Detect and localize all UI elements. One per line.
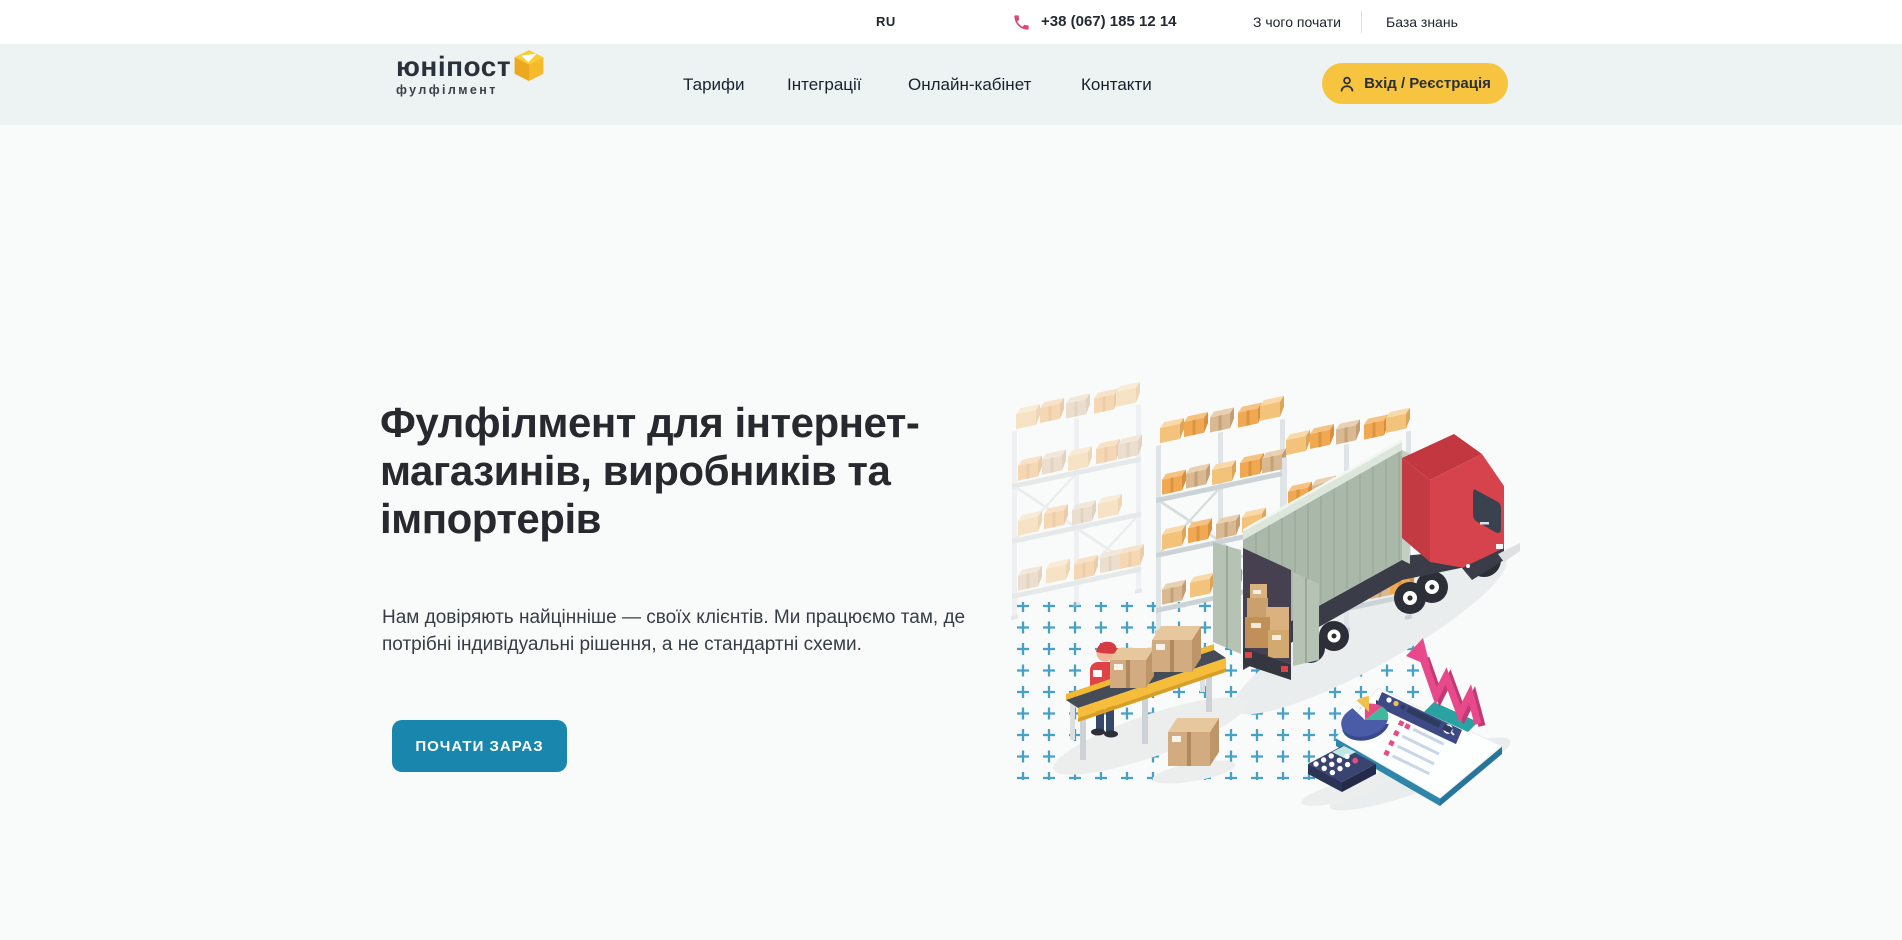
cube-arrow-icon: [514, 50, 544, 81]
hero-heading: Фулфілмент для інтернет- магазинів, виро…: [380, 399, 919, 543]
phone-number: +38 (067) 185 12 14: [1041, 2, 1177, 42]
hero-heading-line1: Фулфілмент для інтернет-: [380, 399, 919, 447]
user-icon: [1339, 76, 1355, 92]
hero-description-line1: Нам довіряють найцінніше — своїх клієнті…: [382, 604, 965, 631]
hero-description-line2: потрібні індивідуальні рішення, а не ста…: [382, 631, 965, 658]
topbar-link-knowledge-base[interactable]: База знань: [1386, 2, 1458, 42]
topbar: RU +38 (067) 185 12 14 З чого почати Баз…: [0, 0, 1902, 44]
hero-illustration: [1010, 402, 1520, 802]
nav-item-integrations[interactable]: Інтеграції: [787, 44, 862, 125]
logo-title: юніпост: [396, 52, 511, 82]
login-register-button[interactable]: Вхід / Реєстрація: [1322, 63, 1508, 104]
nav-item-online-cabinet[interactable]: Онлайн-кабінет: [908, 44, 1031, 125]
login-register-label: Вхід / Реєстрація: [1364, 75, 1491, 92]
phone-link[interactable]: +38 (067) 185 12 14: [1012, 2, 1177, 42]
logo[interactable]: юніпост фулфілмент: [396, 52, 511, 97]
hero-description: Нам довіряють найцінніше — своїх клієнті…: [382, 604, 965, 658]
nav-item-tariffs[interactable]: Тарифи: [683, 44, 745, 125]
language-switcher[interactable]: RU: [876, 2, 896, 42]
phone-icon: [1012, 13, 1031, 32]
hero-illustration-svg: [1010, 402, 1520, 802]
nav-item-contacts[interactable]: Контакти: [1081, 44, 1152, 125]
start-now-button[interactable]: ПОЧАТИ ЗАРАЗ: [392, 720, 567, 772]
header: юніпост фулфілмент Тарифи Інтеграції Онл…: [0, 44, 1902, 125]
logo-subtitle: фулфілмент: [396, 83, 511, 97]
hero-heading-line3: імпортерів: [380, 495, 919, 543]
topbar-link-how-to-start[interactable]: З чого почати: [1253, 2, 1341, 42]
floor-box: [1168, 718, 1219, 766]
landing-page: RU +38 (067) 185 12 14 З чого почати Баз…: [0, 0, 1902, 940]
hero-heading-line2: магазинів, виробників та: [380, 447, 919, 495]
topbar-divider: [1361, 11, 1362, 33]
